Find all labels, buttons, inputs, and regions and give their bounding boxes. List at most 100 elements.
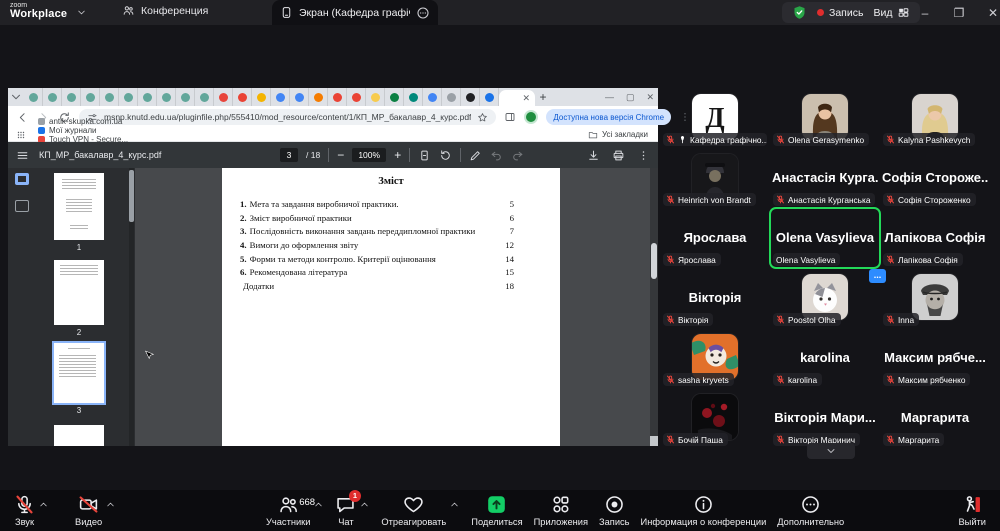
browser-tab[interactable] — [138, 88, 157, 106]
pdf-thumbnail-page-4[interactable] — [54, 425, 104, 446]
browser-tab[interactable] — [233, 88, 252, 106]
new-tab-button[interactable]: + — [535, 90, 551, 104]
browser-tab[interactable] — [252, 88, 271, 106]
chrome-update-chip[interactable]: Доступна нова версія Chrome — [546, 109, 671, 125]
browser-tab[interactable] — [309, 88, 328, 106]
participant-tile-kalyna-pashkevych[interactable]: Kalyna Pashkevych — [880, 88, 990, 148]
participant-tile-максим-рябченко[interactable]: Максим рябче...Максим рябченко — [880, 328, 990, 388]
pdf-scrollbar-thumb[interactable] — [651, 243, 657, 279]
participant-tile-анастасія-курганська[interactable]: Анастасія Курга...Анастасія Курганська — [770, 148, 880, 208]
share-button[interactable]: Поделиться — [471, 494, 522, 527]
browser-tab[interactable] — [480, 88, 499, 106]
participant-tile-вікторія[interactable]: ВікторіяВікторія — [660, 268, 770, 328]
pdf-menu-icon[interactable] — [16, 149, 29, 162]
zoom-level-input[interactable]: 100% — [352, 148, 386, 162]
participant-tile-кафедра-графічно-[interactable]: ДКафедра графічно... — [660, 88, 770, 148]
participant-tile-inna[interactable]: Inna — [880, 268, 990, 328]
fit-page-icon[interactable] — [418, 149, 431, 162]
bookmark-item[interactable]: antik-skupka.com.ua — [38, 117, 134, 126]
browser-tab-active[interactable]: ✕ — [499, 90, 535, 106]
browser-tab[interactable] — [290, 88, 309, 106]
participants-button[interactable]: Участники668 — [266, 494, 310, 527]
browser-tab[interactable] — [43, 88, 62, 106]
browser-tab[interactable] — [157, 88, 176, 106]
leave-button[interactable]: Выйти — [958, 494, 986, 527]
side-panel-icon[interactable] — [504, 111, 516, 123]
browser-tab[interactable] — [119, 88, 138, 106]
browser-tab[interactable] — [423, 88, 442, 106]
tab-meeting[interactable]: Конференция — [122, 4, 208, 17]
browser-tab[interactable] — [62, 88, 81, 106]
browser-tab[interactable] — [81, 88, 100, 106]
view-button[interactable]: Вид — [873, 6, 910, 19]
video-button[interactable]: Видео — [75, 494, 102, 527]
participant-tile-sasha-kryvets[interactable]: sasha kryvets — [660, 328, 770, 388]
download-icon[interactable] — [587, 149, 600, 162]
workspace-chevron-down-icon[interactable] — [76, 7, 87, 18]
browser-tab[interactable] — [328, 88, 347, 106]
undo-icon[interactable] — [490, 149, 503, 162]
pdf-thumbnail-page-2[interactable] — [54, 260, 104, 325]
collapse-participants-button[interactable] — [807, 443, 855, 459]
sidebar-scrollbar-thumb[interactable] — [129, 170, 134, 222]
all-bookmarks-button[interactable]: Усі закладки — [588, 130, 648, 140]
thumbnail-view-icon[interactable] — [15, 173, 29, 185]
chat-button[interactable]: Чат1 — [335, 494, 356, 527]
browser-tab[interactable] — [442, 88, 461, 106]
browser-restore-button[interactable]: ▢ — [626, 92, 635, 103]
participants-chevron-up-icon[interactable] — [313, 499, 324, 510]
bookmark-item[interactable]: Мої журнали — [38, 126, 134, 135]
browser-tab[interactable] — [271, 88, 290, 106]
pdf-scrollbar-track[interactable] — [650, 168, 658, 446]
url-bar[interactable]: msnp.knutd.edu.ua/pluginfile.php/555410/… — [79, 109, 496, 125]
outline-view-icon[interactable] — [15, 200, 29, 212]
profile-avatar[interactable] — [524, 110, 538, 124]
redo-icon[interactable] — [511, 149, 524, 162]
participant-tile-софія-стороженко[interactable]: Софія Стороже...Софія Стороженко — [880, 148, 990, 208]
participant-tile-poostol-olha[interactable]: Poostol Olha... — [770, 268, 880, 328]
page-number-input[interactable]: 3 — [280, 148, 298, 162]
record-button[interactable]: Запись — [599, 494, 630, 527]
tab-search-chevron-icon[interactable] — [9, 90, 23, 104]
pdf-more-icon[interactable] — [637, 149, 650, 162]
react-chevron-up-icon[interactable] — [449, 499, 460, 510]
pdf-thumbnail-page-3[interactable] — [54, 343, 104, 403]
apps-button[interactable]: Приложения — [534, 494, 588, 527]
close-button[interactable]: ✕ — [976, 6, 1000, 20]
zoom-in-button[interactable]: + — [394, 148, 401, 162]
browser-tab[interactable] — [214, 88, 233, 106]
video-chevron-up-icon[interactable] — [105, 499, 116, 510]
annotate-icon[interactable] — [469, 149, 482, 162]
participant-tile-olena-gerasymenko[interactable]: Olena Gerasymenko — [770, 88, 880, 148]
audio-chevron-up-icon[interactable] — [38, 499, 49, 510]
participant-tile-heinrich-von-brandt[interactable]: Heinrich von Brandt — [660, 148, 770, 208]
minimize-button[interactable]: – — [908, 6, 942, 20]
rotate-icon[interactable] — [439, 149, 452, 162]
pdf-scrollbar-down-arrow[interactable] — [650, 436, 658, 446]
browser-minimize-button[interactable]: — — [605, 92, 614, 102]
browser-tab[interactable] — [366, 88, 385, 106]
browser-tab[interactable] — [385, 88, 404, 106]
participant-tile-karolina[interactable]: karolinakarolina — [770, 328, 880, 388]
react-button[interactable]: Отреагировать — [381, 494, 446, 527]
browser-tab[interactable] — [24, 88, 43, 106]
more-button[interactable]: Дополнительно — [777, 494, 844, 527]
browser-close-button[interactable]: ✕ — [646, 92, 654, 103]
tab-options-icon[interactable] — [416, 6, 430, 20]
zoom-out-button[interactable]: − — [337, 148, 344, 162]
restore-button[interactable]: ❐ — [942, 6, 976, 20]
participant-tile-лапікова-софія[interactable]: Лапікова СофіяЛапікова Софія — [880, 208, 990, 268]
participant-tile-вікторія-маринич[interactable]: Вікторія Мари...Вікторія Маринич — [770, 388, 880, 448]
participant-tile-olena-vasylieva[interactable]: Olena VasylievaOlena Vasylieva — [770, 208, 880, 268]
apps-grid-icon[interactable] — [16, 130, 26, 140]
participant-tile-ярослава[interactable]: ЯрославаЯрослава — [660, 208, 770, 268]
security-shield-icon[interactable] — [792, 5, 807, 20]
participant-tile-маргарита[interactable]: МаргаритаМаргарита — [880, 388, 990, 448]
browser-tab[interactable] — [461, 88, 480, 106]
browser-tab[interactable] — [347, 88, 366, 106]
browser-tab[interactable] — [404, 88, 423, 106]
pdf-thumbnail-page-1[interactable] — [54, 173, 104, 240]
browser-tab[interactable] — [100, 88, 119, 106]
tab-close-icon[interactable]: ✕ — [522, 94, 530, 103]
info-button[interactable]: Информация о конференции — [641, 494, 767, 527]
